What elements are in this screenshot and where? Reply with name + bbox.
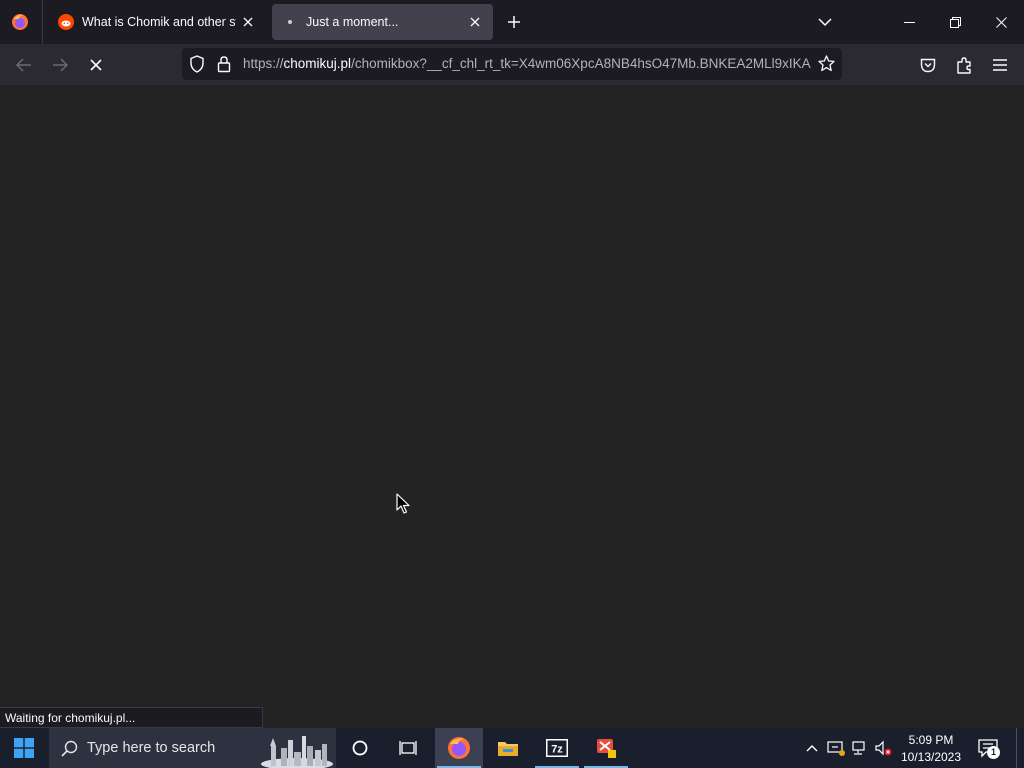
task-view-icon bbox=[399, 741, 417, 755]
stop-icon bbox=[90, 59, 102, 71]
taskbar: Type here to search 7z 5:09 PM 10/13/202… bbox=[0, 728, 1024, 768]
tab-title: Just a moment... bbox=[306, 15, 399, 29]
stop-button[interactable] bbox=[81, 50, 111, 80]
firefox-view-button[interactable] bbox=[8, 10, 32, 34]
tab-reddit[interactable]: What is Chomik and other stuff bbox=[48, 4, 266, 40]
arrow-right-icon bbox=[53, 58, 68, 72]
file-explorer-icon bbox=[498, 742, 518, 756]
lock-icon[interactable] bbox=[217, 55, 231, 78]
tray-network-icon[interactable] bbox=[850, 738, 870, 758]
tray-volume-muted-icon[interactable] bbox=[873, 738, 893, 758]
close-window-button[interactable] bbox=[978, 0, 1024, 44]
bookmark-star-icon[interactable] bbox=[818, 55, 835, 77]
app-icon bbox=[597, 739, 616, 758]
extensions-button[interactable] bbox=[949, 50, 979, 80]
url-bar[interactable]: https://chomikuj.pl/chomikbox?__cf_chl_r… bbox=[182, 48, 842, 80]
arrow-left-icon bbox=[16, 58, 31, 72]
url-scheme: https:// bbox=[243, 56, 284, 71]
pocket-icon bbox=[920, 58, 936, 72]
cortana-circle-icon bbox=[352, 740, 368, 756]
show-hidden-icons-button[interactable] bbox=[802, 738, 822, 758]
clock-date: 10/13/2023 bbox=[900, 750, 962, 764]
restore-icon bbox=[949, 16, 961, 28]
list-all-tabs-button[interactable] bbox=[813, 10, 837, 34]
firefox-icon bbox=[12, 14, 28, 30]
tracking-protection-icon[interactable] bbox=[189, 55, 205, 78]
clock-time: 5:09 PM bbox=[908, 733, 954, 747]
status-panel: Waiting for chomikuj.pl... bbox=[0, 707, 263, 728]
hamburger-menu-icon bbox=[993, 59, 1007, 71]
puzzle-piece-icon bbox=[957, 56, 971, 74]
start-button[interactable] bbox=[0, 728, 48, 768]
taskbar-7zip[interactable]: 7z bbox=[533, 728, 581, 768]
cortana-button[interactable] bbox=[336, 728, 384, 768]
taskbar-firefox[interactable] bbox=[435, 728, 483, 768]
search-placeholder: Type here to search bbox=[87, 740, 216, 756]
tab-title: What is Chomik and other stuff bbox=[82, 15, 236, 29]
taskbar-app[interactable] bbox=[582, 728, 630, 768]
mouse-cursor-icon bbox=[396, 493, 410, 514]
chevron-up-icon bbox=[806, 745, 818, 752]
app-menu-button[interactable] bbox=[985, 50, 1015, 80]
url-text: https://chomikuj.pl/chomikbox?__cf_chl_r… bbox=[243, 56, 811, 71]
plus-icon bbox=[508, 16, 520, 28]
search-icon bbox=[61, 740, 78, 757]
svg-text:7z: 7z bbox=[551, 744, 563, 756]
show-desktop-button[interactable] bbox=[1016, 728, 1024, 768]
navigation-toolbar: https://chomikuj.pl/chomikbox?__cf_chl_r… bbox=[0, 44, 1024, 86]
taskbar-search-box[interactable]: Type here to search bbox=[49, 728, 336, 768]
close-tab-icon[interactable] bbox=[236, 10, 260, 34]
loading-dot-icon bbox=[282, 14, 298, 30]
close-icon bbox=[995, 16, 1007, 28]
page-content[interactable] bbox=[0, 85, 1024, 728]
tab-just-a-moment[interactable]: Just a moment... bbox=[272, 4, 493, 40]
task-view-button[interactable] bbox=[384, 728, 432, 768]
url-path: /chomikbox?__cf_chl_rt_tk=X4wm06XpcA8NB4… bbox=[351, 56, 811, 71]
notification-count-badge: 1 bbox=[987, 746, 1000, 759]
minimize-button[interactable] bbox=[886, 0, 932, 44]
back-button[interactable] bbox=[9, 50, 39, 80]
taskbar-file-explorer[interactable] bbox=[484, 728, 532, 768]
minimize-icon bbox=[903, 21, 915, 23]
url-host: chomikuj.pl bbox=[283, 56, 352, 71]
search-highlight-city-icon bbox=[261, 736, 333, 768]
7zip-icon: 7z bbox=[546, 739, 568, 757]
reddit-icon bbox=[58, 14, 74, 30]
chevron-down-icon bbox=[818, 18, 832, 27]
forward-button[interactable] bbox=[45, 50, 75, 80]
restore-button[interactable] bbox=[932, 0, 978, 44]
tab-bar: What is Chomik and other stuff Just a mo… bbox=[0, 0, 1024, 44]
taskbar-clock[interactable]: 5:09 PM 10/13/2023 bbox=[896, 732, 966, 766]
notification-center-button[interactable]: 1 bbox=[975, 736, 1001, 760]
windows-logo-icon bbox=[14, 738, 34, 758]
pocket-button[interactable] bbox=[913, 50, 943, 80]
new-tab-button[interactable] bbox=[502, 10, 526, 34]
tray-network-status-icon[interactable] bbox=[826, 738, 846, 758]
close-tab-icon[interactable] bbox=[463, 10, 487, 34]
firefox-icon bbox=[448, 737, 470, 759]
